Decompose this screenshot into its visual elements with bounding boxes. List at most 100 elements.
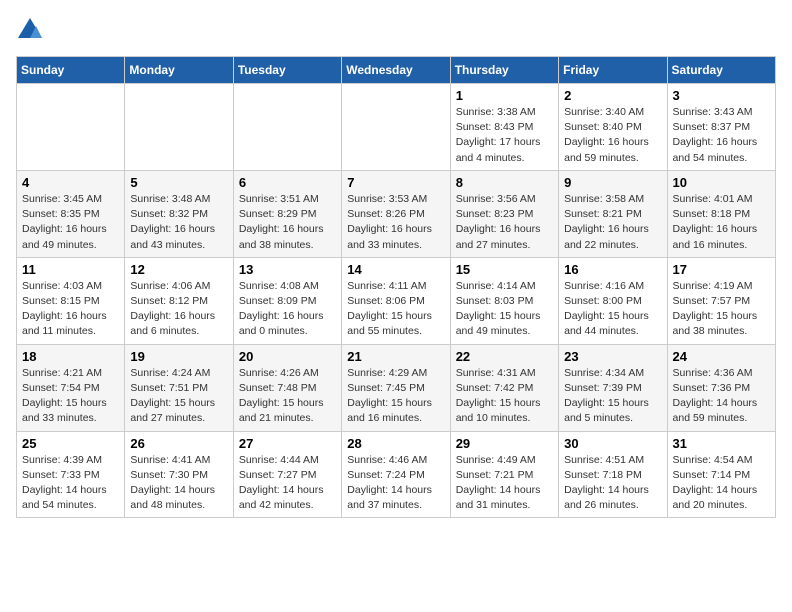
day-info: Sunrise: 3:48 AM Sunset: 8:32 PM Dayligh… [130,192,227,253]
day-number: 11 [22,262,119,277]
calendar-cell: 11 Sunrise: 4:03 AM Sunset: 8:15 PM Dayli… [17,257,125,344]
day-number: 9 [564,175,661,190]
calendar-cell: 29 Sunrise: 4:49 AM Sunset: 7:21 PM Dayli… [450,431,558,518]
day-number: 14 [347,262,444,277]
calendar-cell: 16 Sunrise: 4:16 AM Sunset: 8:00 PM Dayli… [559,257,667,344]
day-info: Sunrise: 3:56 AM Sunset: 8:23 PM Dayligh… [456,192,553,253]
calendar-cell [233,84,341,171]
day-number: 13 [239,262,336,277]
calendar-cell: 9 Sunrise: 3:58 AM Sunset: 8:21 PM Daylig… [559,170,667,257]
day-number: 5 [130,175,227,190]
day-info: Sunrise: 4:11 AM Sunset: 8:06 PM Dayligh… [347,279,444,340]
calendar-cell: 22 Sunrise: 4:31 AM Sunset: 7:42 PM Dayli… [450,344,558,431]
column-header-saturday: Saturday [667,57,775,84]
day-info: Sunrise: 3:51 AM Sunset: 8:29 PM Dayligh… [239,192,336,253]
calendar-cell: 1Sunrise: 3:38 AM Sunset: 8:43 PM Daylig… [450,84,558,171]
calendar-cell: 3Sunrise: 3:43 AM Sunset: 8:37 PM Daylig… [667,84,775,171]
day-info: Sunrise: 4:44 AM Sunset: 7:27 PM Dayligh… [239,453,336,514]
day-info: Sunrise: 4:03 AM Sunset: 8:15 PM Dayligh… [22,279,119,340]
day-number: 16 [564,262,661,277]
day-number: 22 [456,349,553,364]
calendar-week-row: 25 Sunrise: 4:39 AM Sunset: 7:33 PM Dayli… [17,431,776,518]
column-header-sunday: Sunday [17,57,125,84]
column-header-wednesday: Wednesday [342,57,450,84]
calendar-cell: 24Sunrise: 4:36 AM Sunset: 7:36 PM Dayli… [667,344,775,431]
calendar-cell: 17 Sunrise: 4:19 AM Sunset: 7:57 PM Dayli… [667,257,775,344]
calendar-week-row: 11 Sunrise: 4:03 AM Sunset: 8:15 PM Dayli… [17,257,776,344]
calendar-cell: 2 Sunrise: 3:40 AM Sunset: 8:40 PM Daylig… [559,84,667,171]
day-info: Sunrise: 4:46 AM Sunset: 7:24 PM Dayligh… [347,453,444,514]
day-info: Sunrise: 4:54 AM Sunset: 7:14 PM Dayligh… [673,453,770,514]
day-info: Sunrise: 4:21 AM Sunset: 7:54 PM Dayligh… [22,366,119,427]
calendar-cell: 23Sunrise: 4:34 AM Sunset: 7:39 PM Dayli… [559,344,667,431]
day-info: Sunrise: 4:49 AM Sunset: 7:21 PM Dayligh… [456,453,553,514]
day-number: 31 [673,436,770,451]
day-info: Sunrise: 4:14 AM Sunset: 8:03 PM Dayligh… [456,279,553,340]
calendar-cell: 7Sunrise: 3:53 AM Sunset: 8:26 PM Daylig… [342,170,450,257]
day-info: Sunrise: 3:45 AM Sunset: 8:35 PM Dayligh… [22,192,119,253]
day-info: Sunrise: 3:43 AM Sunset: 8:37 PM Dayligh… [673,105,770,166]
day-number: 27 [239,436,336,451]
day-number: 2 [564,88,661,103]
calendar-cell: 27 Sunrise: 4:44 AM Sunset: 7:27 PM Dayli… [233,431,341,518]
day-number: 30 [564,436,661,451]
calendar-cell [342,84,450,171]
calendar-cell: 4Sunrise: 3:45 AM Sunset: 8:35 PM Daylig… [17,170,125,257]
day-info: Sunrise: 4:36 AM Sunset: 7:36 PM Dayligh… [673,366,770,427]
day-info: Sunrise: 3:58 AM Sunset: 8:21 PM Dayligh… [564,192,661,253]
day-info: Sunrise: 4:31 AM Sunset: 7:42 PM Dayligh… [456,366,553,427]
day-number: 19 [130,349,227,364]
calendar-cell: 12 Sunrise: 4:06 AM Sunset: 8:12 PM Dayli… [125,257,233,344]
calendar-cell: 18 Sunrise: 4:21 AM Sunset: 7:54 PM Dayli… [17,344,125,431]
calendar-cell: 30 Sunrise: 4:51 AM Sunset: 7:18 PM Dayli… [559,431,667,518]
day-number: 17 [673,262,770,277]
calendar-cell [125,84,233,171]
column-header-thursday: Thursday [450,57,558,84]
day-number: 8 [456,175,553,190]
day-number: 18 [22,349,119,364]
day-info: Sunrise: 4:24 AM Sunset: 7:51 PM Dayligh… [130,366,227,427]
day-number: 21 [347,349,444,364]
calendar-cell: 10 Sunrise: 4:01 AM Sunset: 8:18 PM Dayli… [667,170,775,257]
calendar-header-row: SundayMondayTuesdayWednesdayThursdayFrid… [17,57,776,84]
day-info: Sunrise: 4:01 AM Sunset: 8:18 PM Dayligh… [673,192,770,253]
logo-icon [16,16,44,44]
column-header-tuesday: Tuesday [233,57,341,84]
day-info: Sunrise: 3:40 AM Sunset: 8:40 PM Dayligh… [564,105,661,166]
column-header-friday: Friday [559,57,667,84]
calendar-week-row: 18 Sunrise: 4:21 AM Sunset: 7:54 PM Dayli… [17,344,776,431]
day-info: Sunrise: 4:08 AM Sunset: 8:09 PM Dayligh… [239,279,336,340]
day-number: 12 [130,262,227,277]
day-number: 29 [456,436,553,451]
calendar-cell: 20Sunrise: 4:26 AM Sunset: 7:48 PM Dayli… [233,344,341,431]
day-info: Sunrise: 4:06 AM Sunset: 8:12 PM Dayligh… [130,279,227,340]
page-header [16,16,776,44]
day-info: Sunrise: 4:51 AM Sunset: 7:18 PM Dayligh… [564,453,661,514]
day-number: 23 [564,349,661,364]
day-number: 1 [456,88,553,103]
day-info: Sunrise: 4:39 AM Sunset: 7:33 PM Dayligh… [22,453,119,514]
day-info: Sunrise: 4:16 AM Sunset: 8:00 PM Dayligh… [564,279,661,340]
calendar-week-row: 1Sunrise: 3:38 AM Sunset: 8:43 PM Daylig… [17,84,776,171]
calendar-cell: 6 Sunrise: 3:51 AM Sunset: 8:29 PM Daylig… [233,170,341,257]
day-number: 10 [673,175,770,190]
calendar-cell: 5 Sunrise: 3:48 AM Sunset: 8:32 PM Daylig… [125,170,233,257]
calendar-cell: 13 Sunrise: 4:08 AM Sunset: 8:09 PM Dayli… [233,257,341,344]
day-number: 6 [239,175,336,190]
calendar-cell: 19 Sunrise: 4:24 AM Sunset: 7:51 PM Dayli… [125,344,233,431]
column-header-monday: Monday [125,57,233,84]
day-info: Sunrise: 4:41 AM Sunset: 7:30 PM Dayligh… [130,453,227,514]
day-info: Sunrise: 4:29 AM Sunset: 7:45 PM Dayligh… [347,366,444,427]
calendar-cell: 26 Sunrise: 4:41 AM Sunset: 7:30 PM Dayli… [125,431,233,518]
day-number: 15 [456,262,553,277]
day-info: Sunrise: 4:19 AM Sunset: 7:57 PM Dayligh… [673,279,770,340]
day-number: 26 [130,436,227,451]
calendar-cell [17,84,125,171]
calendar-cell: 15 Sunrise: 4:14 AM Sunset: 8:03 PM Dayli… [450,257,558,344]
logo [16,16,46,44]
day-info: Sunrise: 3:53 AM Sunset: 8:26 PM Dayligh… [347,192,444,253]
calendar-table: SundayMondayTuesdayWednesdayThursdayFrid… [16,56,776,518]
day-number: 25 [22,436,119,451]
calendar-cell: 25 Sunrise: 4:39 AM Sunset: 7:33 PM Dayli… [17,431,125,518]
day-number: 20 [239,349,336,364]
